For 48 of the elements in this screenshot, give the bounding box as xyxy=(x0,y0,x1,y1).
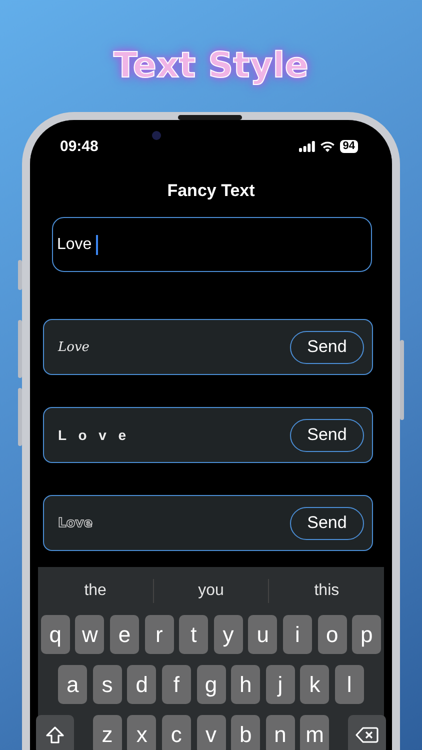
shift-icon xyxy=(44,726,65,744)
styled-text: Love xyxy=(58,340,90,354)
keyboard-key[interactable]: h xyxy=(231,665,260,704)
status-time: 09:48 xyxy=(60,138,98,154)
keyboard-key[interactable]: g xyxy=(196,665,226,704)
keyboard-key[interactable]: i xyxy=(282,615,312,654)
keyboard-key[interactable]: e xyxy=(110,615,140,654)
keyboard-key[interactable]: d xyxy=(127,665,156,704)
keyboard-key[interactable]: j xyxy=(266,665,295,704)
styled-text: Love xyxy=(58,516,93,530)
headline: Text Style xyxy=(114,45,308,88)
keyboard-key[interactable]: y xyxy=(214,615,243,654)
keyboard-key[interactable]: a xyxy=(58,665,88,704)
delete-key[interactable] xyxy=(348,715,386,750)
keyboard-key[interactable]: w xyxy=(75,615,104,654)
camera-dot xyxy=(152,131,161,140)
keyboard-key[interactable]: x xyxy=(127,715,156,750)
speaker-slot xyxy=(178,115,242,120)
styled-text: L o v e xyxy=(58,427,130,443)
keyboard-key[interactable]: t xyxy=(179,615,208,654)
keyboard-key[interactable]: k xyxy=(300,665,330,704)
keyboard-key[interactable]: z xyxy=(92,715,122,750)
keyboard-key[interactable]: u xyxy=(248,615,278,654)
keyboard-key[interactable]: q xyxy=(40,615,70,654)
battery-level: 94 xyxy=(340,140,358,152)
keyboard-key[interactable]: c xyxy=(162,715,191,750)
send-button[interactable]: Send xyxy=(290,330,364,364)
keyboard-key[interactable]: r xyxy=(144,615,174,654)
keyboard-key[interactable]: n xyxy=(266,715,295,750)
keyboard-key[interactable]: l xyxy=(334,665,364,704)
suggestion[interactable]: you xyxy=(154,582,268,600)
keyboard-key[interactable]: f xyxy=(162,665,191,704)
send-button[interactable]: Send xyxy=(290,418,364,452)
suggestion[interactable]: this xyxy=(269,582,384,600)
shift-key[interactable] xyxy=(36,715,74,750)
keyboard-key[interactable]: p xyxy=(352,615,382,654)
keyboard-key[interactable]: v xyxy=(196,715,226,750)
keyboard-key[interactable]: m xyxy=(300,715,330,750)
keyboard-key[interactable]: b xyxy=(231,715,260,750)
signal-icon xyxy=(298,140,315,152)
text-input-field[interactable]: Love xyxy=(52,217,372,272)
keyboard-key[interactable]: o xyxy=(318,615,347,654)
suggestion[interactable]: the xyxy=(38,582,153,600)
backspace-icon xyxy=(355,726,380,744)
send-button[interactable]: Send xyxy=(290,506,364,540)
keyboard-key[interactable]: s xyxy=(92,665,122,704)
wifi-icon xyxy=(320,140,335,152)
screen-title: Fancy Text xyxy=(167,180,255,202)
